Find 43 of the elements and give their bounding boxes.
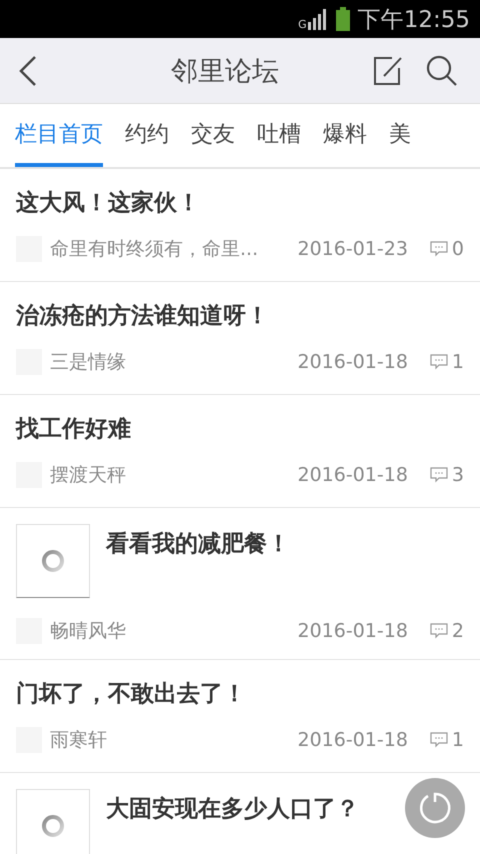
- tab[interactable]: 爆料: [323, 104, 367, 167]
- post-date: 2016-01-23: [297, 238, 408, 260]
- comment-count: 0: [452, 238, 464, 260]
- comment-icon: [430, 467, 448, 483]
- comment-count: 1: [452, 729, 464, 751]
- comment-icon: [430, 623, 448, 639]
- post-date: 2016-01-18: [297, 351, 408, 373]
- post-title: 门坏了，不敢出去了！: [16, 680, 247, 709]
- post-date: 2016-01-18: [297, 464, 408, 486]
- comment-icon: [430, 241, 448, 257]
- status-time: 下午12:55: [358, 6, 470, 34]
- post-title: 找工作好难: [16, 415, 132, 444]
- author-name: 摆渡天秤: [50, 463, 127, 488]
- author-name: 雨寒轩: [50, 728, 108, 753]
- author-name: 三是情缘: [50, 350, 127, 375]
- comment-count: 1: [452, 351, 464, 373]
- post-date: 2016-01-18: [297, 620, 408, 642]
- network-type: G: [298, 19, 307, 30]
- search-icon[interactable]: [426, 54, 458, 86]
- loading-icon: [41, 549, 65, 573]
- post-date: 2016-01-18: [297, 729, 408, 751]
- signal-icon: [308, 8, 328, 30]
- refresh-icon: [417, 790, 453, 826]
- tab[interactable]: 美: [389, 104, 411, 167]
- battery-icon: [336, 7, 350, 31]
- comment-count: 2: [452, 620, 464, 642]
- post-title: 这大风！这家伙！: [16, 189, 201, 218]
- back-icon[interactable]: [18, 54, 38, 86]
- post-title: 看看我的减肥餐！: [106, 530, 290, 559]
- post-title: 大固安现在多少人口了？: [106, 795, 359, 824]
- loading-icon: [41, 814, 65, 838]
- tab[interactable]: 交友: [191, 104, 235, 167]
- tab[interactable]: 约约: [125, 104, 169, 167]
- page-title: 邻里论坛: [170, 54, 280, 88]
- tab[interactable]: 栏目首页: [15, 104, 103, 167]
- author-name: 命里有时终须有，命里...: [50, 237, 260, 262]
- author-name: 畅晴风华: [50, 619, 127, 644]
- tab[interactable]: 吐槽: [257, 104, 301, 167]
- post-title: 治冻疮的方法谁知道呀！: [16, 302, 270, 331]
- comment-icon: [430, 732, 448, 748]
- comment-count: 3: [452, 464, 464, 486]
- edit-icon[interactable]: [372, 54, 404, 86]
- comment-icon: [430, 354, 448, 370]
